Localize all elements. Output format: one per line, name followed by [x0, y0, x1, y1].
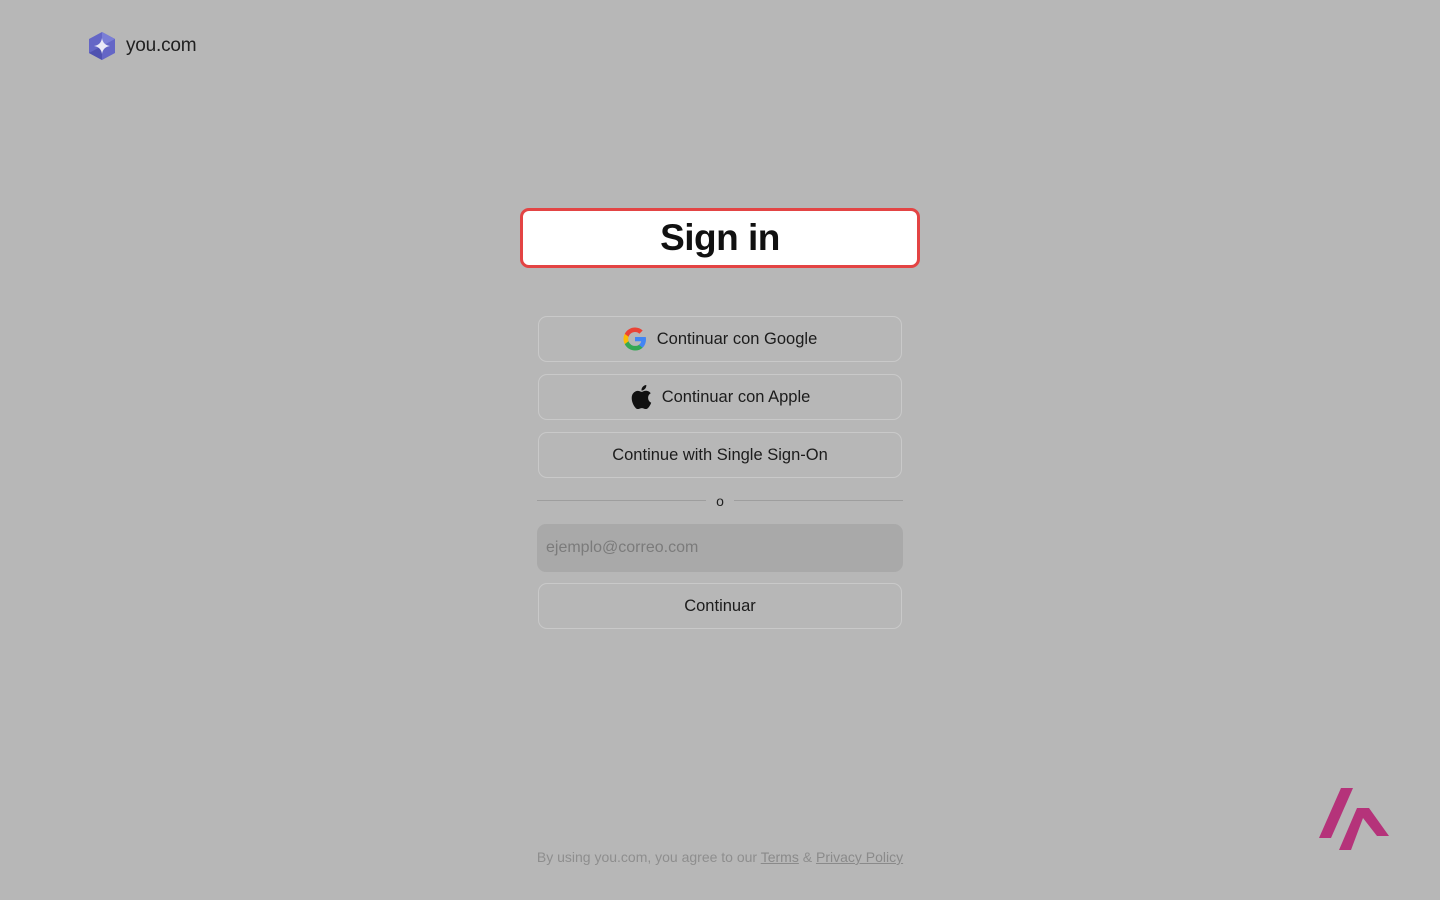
- footer-separator: &: [802, 849, 813, 865]
- brand-name: you.com: [126, 35, 197, 56]
- privacy-policy-link[interactable]: Privacy Policy: [816, 849, 903, 865]
- google-sign-in-button[interactable]: Continuar con Google: [538, 316, 902, 362]
- legal-footer: By using you.com, you agree to our Terms…: [0, 849, 1440, 865]
- footer-text: By using you.com, you agree to our: [536, 849, 758, 865]
- sso-sign-in-button[interactable]: Continue with Single Sign-On: [538, 432, 902, 478]
- apple-icon: [630, 385, 652, 409]
- google-button-label: Continuar con Google: [656, 329, 818, 348]
- continue-button[interactable]: Continuar: [538, 583, 902, 629]
- apple-sign-in-button[interactable]: Continuar con Apple: [538, 374, 902, 420]
- divider-line-left: [537, 499, 707, 501]
- divider-line-right: [733, 499, 904, 501]
- you-com-logo-icon: [87, 31, 117, 61]
- page-title: Sign in: [660, 217, 780, 258]
- corner-brand-logo-icon: [1319, 788, 1391, 850]
- terms-link[interactable]: Terms: [761, 849, 799, 865]
- email-input[interactable]: [537, 524, 903, 572]
- google-icon: [623, 327, 647, 351]
- continue-button-label: Continuar: [684, 596, 756, 615]
- title-highlight-box: Sign in: [520, 208, 920, 268]
- brand-logo[interactable]: you.com: [87, 31, 197, 61]
- sign-in-page: you.com Sign in Continuar con Google Con…: [0, 0, 1440, 900]
- sso-button-label: Continue with Single Sign-On: [612, 445, 828, 464]
- apple-button-label: Continuar con Apple: [661, 387, 811, 406]
- divider-label: o: [716, 493, 724, 509]
- sign-in-form: Continuar con Google Continuar con Apple…: [537, 316, 904, 641]
- or-divider: o: [537, 483, 904, 517]
